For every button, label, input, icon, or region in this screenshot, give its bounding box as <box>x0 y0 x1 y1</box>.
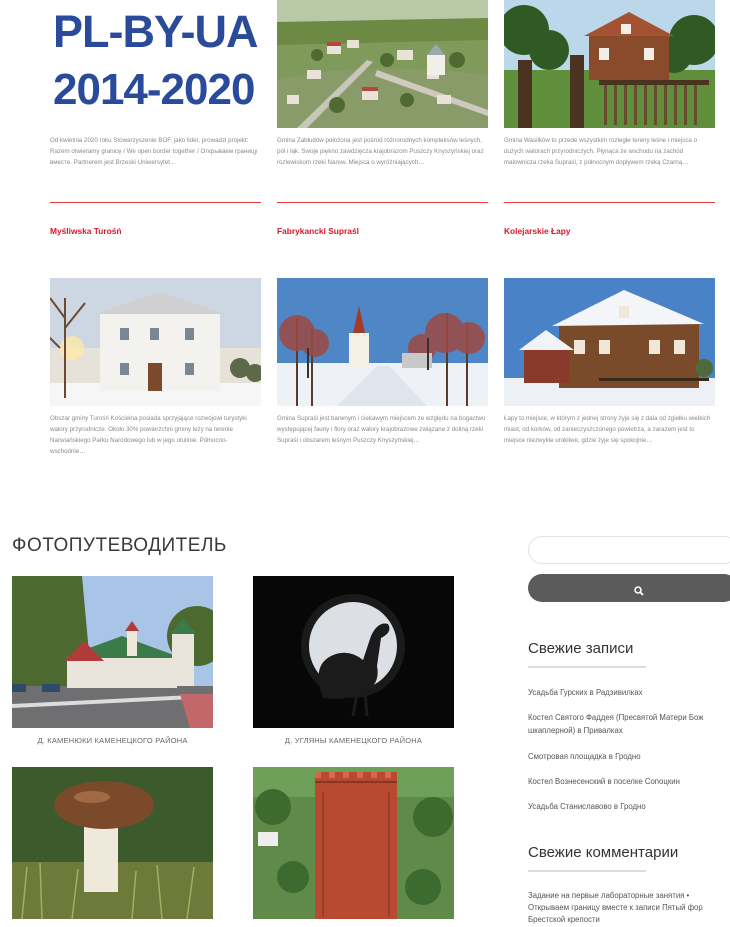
category-link[interactable]: Kolejarskie Łapy <box>504 226 571 236</box>
feature-card-4: Obszar gminy Turośń Kościelna posiada sp… <box>50 278 261 457</box>
red-tower-photo[interactable] <box>253 767 454 919</box>
recent-post-link[interactable]: Костел Вознесенский в поселке Сопоцкин <box>528 777 680 786</box>
feature-card-3: Gmina Wasilków to przede wszystkim rozle… <box>504 0 715 236</box>
recent-comments-title: Свежие комментарии <box>528 844 679 861</box>
category-link[interactable]: Fabrykancki Supraśl <box>277 226 359 236</box>
wooden-house-photo[interactable] <box>504 0 715 128</box>
photo-caption[interactable]: Д. УГЛЯНЫ КАМЕНЕЦКОГО РАЙОНА <box>253 736 454 745</box>
card-description: Obszar gminy Turośń Kościelna posiada sp… <box>50 415 247 455</box>
recent-post-link[interactable]: Смотровая площадка в Гродно <box>528 752 641 761</box>
snowy-house-photo[interactable] <box>504 278 715 406</box>
photoguide-item-3[interactable] <box>12 767 213 927</box>
bird-moon-photo[interactable] <box>253 576 454 728</box>
photoguide-item-2[interactable]: Д. УГЛЯНЫ КАМЕНЕЦКОГО РАЙОНА <box>253 576 454 745</box>
recent-post-link[interactable]: Костел Святого Фаддея (Пресвятой Матери … <box>528 713 703 722</box>
feature-card-1: Od kwietnia 2020 roku Stowarzyszenie BOF… <box>50 0 261 236</box>
search-button[interactable] <box>528 574 730 602</box>
recent-post-link-continued[interactable]: шкаплерной) в Привалках <box>528 726 623 735</box>
town-aerial-photo[interactable] <box>277 0 488 128</box>
feature-card-6: Łapy to miejsce, w którym z jednej stron… <box>504 278 715 446</box>
section-title: ФОТОПУТЕВОДИТЕЛЬ <box>12 535 227 556</box>
white-church-photo[interactable] <box>50 278 261 406</box>
feature-card-2: Gmina Zabłudów położona jest pośród różn… <box>277 0 488 236</box>
photo-caption[interactable]: Д. КАМЕНЮКИ КАМЕНЕЦКОГО РАЙОНА <box>12 736 213 745</box>
divider <box>504 202 715 203</box>
card-description: Gmina Zabłudów położona jest pośród różn… <box>277 137 484 166</box>
divider <box>50 202 261 203</box>
recent-post-link[interactable]: Усадьба Гурских в Радзивилках <box>528 688 643 697</box>
card-description: Gmina Wasilków to przede wszystkim rozle… <box>504 137 698 166</box>
recent-post-link[interactable]: Усадьба Станиславово в Гродно <box>528 802 646 811</box>
recent-comment[interactable]: Открываем границу вместе к записи Пятый … <box>528 902 703 914</box>
photoguide-section: ФОТОПУТЕВОДИТЕЛЬ Д. КАМЕНЮКИ КАМЕНЕЦКОГО… <box>0 495 730 926</box>
recent-comment[interactable]: Брестской крепости <box>528 914 600 926</box>
featured-section: PL-BY-UA 2014-2020 Od kwietnia 2020 roku… <box>0 0 730 495</box>
widget-underline <box>528 666 646 668</box>
card-description: Gmina Supraśl jest barwnym i ciekawym mi… <box>277 415 486 444</box>
search-icon <box>634 583 644 601</box>
feature-card-5: Gmina Supraśl jest barwnym i ciekawym mi… <box>277 278 488 446</box>
gate-photo[interactable] <box>12 576 213 728</box>
divider <box>277 202 488 203</box>
card-description: Łapy to miejsce, w którym z jednej stron… <box>504 415 711 444</box>
mushroom-photo[interactable] <box>12 767 213 919</box>
recent-posts-title: Свежие записи <box>528 640 634 657</box>
search-input[interactable] <box>528 536 730 564</box>
category-link[interactable]: Myśliwska Turośń <box>50 226 122 236</box>
photoguide-item-4[interactable] <box>253 767 454 927</box>
photoguide-item-1[interactable]: Д. КАМЕНЮКИ КАМЕНЕЦКОГО РАЙОНА <box>12 576 213 745</box>
card-description: Od kwietnia 2020 roku Stowarzyszenie BOF… <box>50 137 258 166</box>
winter-church-photo[interactable] <box>277 278 488 406</box>
recent-comment[interactable]: Задание на первые лабораторные занятия • <box>528 890 689 902</box>
widget-underline <box>528 870 646 872</box>
